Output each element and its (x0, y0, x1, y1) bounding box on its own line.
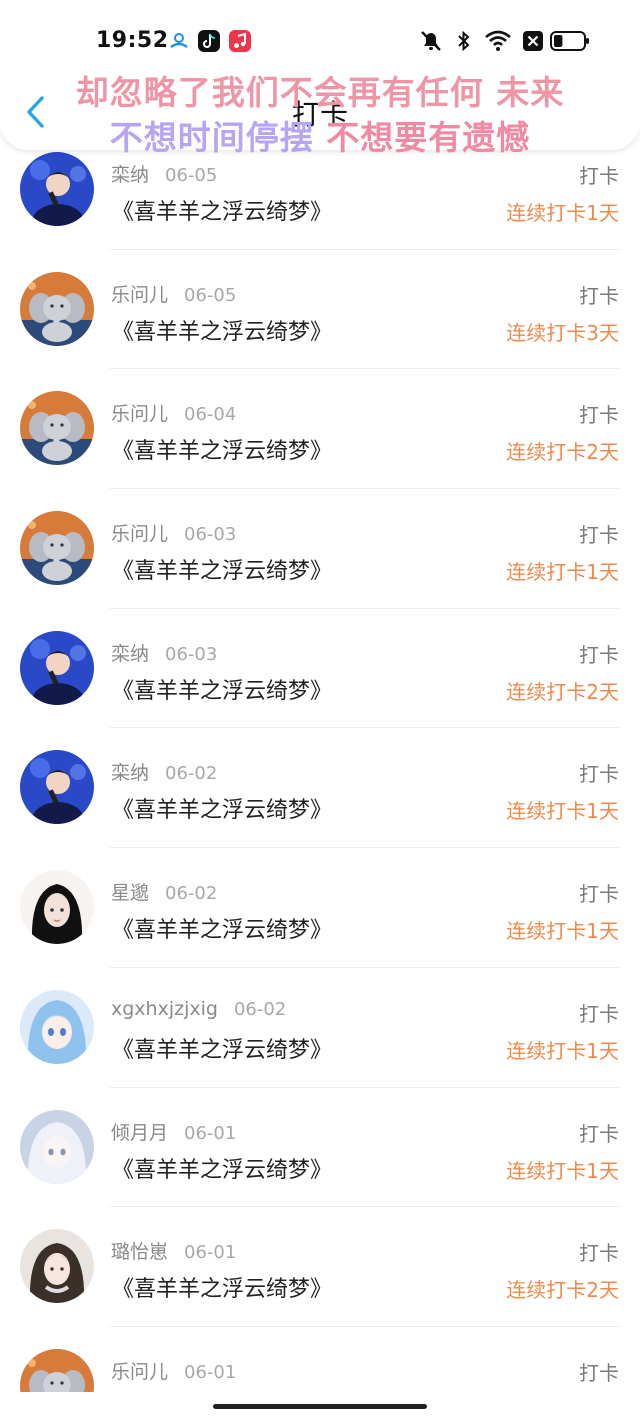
user-name-line: 乐问儿 06-05 (111, 280, 236, 307)
user-avatar[interactable] (20, 152, 94, 226)
streak-label: 连续打卡1天 (506, 201, 619, 225)
checkin-date: 06-01 (184, 1242, 237, 1264)
user-name-line: 乐问儿 06-03 (111, 519, 236, 546)
streak-label: 连续打卡1天 (506, 799, 619, 824)
checkin-type-label: 打卡 (579, 882, 619, 907)
user-name[interactable]: 乐问儿 (111, 1361, 168, 1383)
checkin-row[interactable]: 乐问儿 06-05 《喜羊羊之浮云绮梦》 打卡连续打卡3天 (0, 250, 640, 370)
user-name[interactable]: 乐问儿 (111, 284, 168, 306)
checkin-date: 06-04 (184, 404, 237, 426)
cloud-app-icon (168, 30, 190, 52)
status-time: 19:52 (96, 28, 169, 53)
user-name-line: 栾纳 06-05 (111, 160, 217, 187)
streak-label: 连续打卡2天 (506, 679, 619, 704)
streak-label: 连续打卡1天 (506, 1038, 619, 1063)
user-avatar[interactable] (20, 1348, 94, 1392)
checkin-type-label: 打卡 (579, 1121, 619, 1146)
checkin-row[interactable]: 乐问儿06-01《喜羊羊之浮云绮梦》打卡 (0, 1327, 640, 1392)
checkin-row[interactable]: 倾月月 06-01 《喜羊羊之浮云绮梦》 打卡连续打卡1天 (0, 1088, 640, 1208)
checkin-row[interactable]: 乐问儿 06-04 《喜羊羊之浮云绮梦》 打卡连续打卡2天 (0, 369, 640, 489)
page-title: 打卡 (291, 98, 348, 131)
book-title[interactable]: 《喜羊羊之浮云绮梦》 (112, 912, 332, 944)
notification-x-icon (522, 30, 544, 56)
book-title[interactable]: 《喜羊羊之浮云绮梦》 (112, 673, 332, 705)
user-name-line: 栾纳 06-02 (111, 758, 217, 785)
user-name-line: 乐问儿 06-04 (111, 399, 236, 426)
checkin-type-label: 打卡 (579, 283, 619, 308)
checkin-date: 06-02 (233, 998, 287, 1020)
checkin-date: 06-03 (184, 524, 237, 546)
checkin-type-label: 打卡 (579, 523, 619, 548)
checkin-date: 06-03 (165, 643, 218, 665)
checkin-list[interactable]: 栾纳 06-05 《喜羊羊之浮云绮梦》 打卡 连续打卡1天 乐问儿 06-05 《喜羊羊之浮… (0, 130, 640, 1392)
user-name-line: 星邈 06-02 (111, 878, 217, 905)
checkin-date: 06-05 (184, 284, 237, 306)
checkin-date: 06-01 (184, 1122, 237, 1144)
streak-label: 连续打卡2天 (506, 440, 619, 465)
book-title[interactable]: 《喜羊羊之浮云绮梦》 (112, 553, 332, 585)
book-title[interactable]: 《喜羊羊之浮云绮梦》 (112, 792, 332, 824)
user-name[interactable]: 栾纳 (111, 164, 149, 186)
checkin-row[interactable]: 璐怡崽 06-01 《喜羊羊之浮云绮梦》 打卡连续打卡2天 (0, 1207, 640, 1327)
book-title[interactable]: 《喜羊羊之浮云绮梦》 (112, 1271, 332, 1303)
checkin-row[interactable]: 乐问儿 06-03 《喜羊羊之浮云绮梦》 打卡连续打卡1天 (0, 489, 640, 609)
user-name[interactable]: 栾纳 (111, 643, 149, 665)
streak-label: 连续打卡1天 (506, 1158, 619, 1183)
user-name[interactable]: 星邈 (111, 882, 149, 904)
checkin-row[interactable]: 栾纳 06-03 《喜羊羊之浮云绮梦》 打卡连续打卡2天 (0, 609, 640, 729)
user-name-line: 璐怡崽 06-01 (111, 1237, 236, 1264)
user-name[interactable]: 栾纳 (111, 762, 149, 784)
checkin-type-label: 打卡 (579, 1241, 619, 1266)
music-icon (229, 30, 251, 52)
user-avatar[interactable] (20, 1109, 94, 1184)
user-name-line: xgxhxjzjxig 06-02 (111, 998, 286, 1020)
streak-label: 连续打卡3天 (506, 320, 619, 345)
user-avatar[interactable] (20, 271, 94, 346)
user-name[interactable]: 倾月月 (111, 1122, 168, 1144)
streak-label: 连续打卡1天 (506, 919, 619, 944)
checkin-type-label: 打卡 (579, 164, 619, 188)
checkin-row[interactable]: 星邈 06-02 《喜羊羊之浮云绮梦》 打卡连续打卡1天 (0, 848, 640, 968)
book-title[interactable]: 《喜羊羊之浮云绮梦》 (112, 433, 332, 465)
user-name-line: 乐问儿 06-01 (111, 1357, 236, 1384)
user-name[interactable]: 乐问儿 (111, 523, 168, 545)
user-avatar[interactable] (20, 870, 94, 945)
wifi-icon (484, 30, 512, 56)
user-name[interactable]: 璐怡崽 (111, 1241, 168, 1263)
user-avatar[interactable] (20, 750, 94, 825)
user-avatar[interactable] (20, 989, 94, 1064)
streak-label: 连续打卡1天 (506, 560, 619, 585)
checkin-date: 06-05 (165, 165, 218, 186)
tiktok-icon (198, 30, 220, 52)
checkin-row[interactable]: xgxhxjzjxig 06-02 《喜羊羊之浮云绮梦》 打卡连续打卡1天 (0, 968, 640, 1088)
book-title[interactable]: 《喜羊羊之浮云绮梦》 (112, 1032, 332, 1064)
streak-label: 连续打卡2天 (506, 1278, 619, 1303)
checkin-type-label: 打卡 (579, 642, 619, 667)
user-avatar[interactable] (20, 1229, 94, 1304)
checkin-type-label: 打卡 (579, 403, 619, 428)
user-name-line: 倾月月 06-01 (111, 1118, 236, 1145)
user-avatar[interactable] (20, 511, 94, 586)
mute-icon (418, 29, 444, 57)
status-bar: 19:52 (0, 0, 640, 80)
checkin-type-label: 打卡 (579, 1360, 619, 1385)
checkin-date: 06-01 (184, 1361, 237, 1383)
checkin-date: 06-02 (165, 763, 218, 785)
checkin-type-label: 打卡 (579, 1001, 619, 1026)
user-name[interactable]: 乐问儿 (111, 403, 168, 425)
user-avatar[interactable] (20, 630, 94, 705)
bluetooth-icon (454, 29, 474, 57)
user-name[interactable]: xgxhxjzjxig (111, 998, 218, 1020)
checkin-date: 06-02 (165, 883, 218, 905)
book-title[interactable]: 《喜羊羊之浮云绮梦》 (112, 194, 332, 226)
home-indicator[interactable] (213, 1404, 427, 1409)
book-title[interactable]: 《喜羊羊之浮云绮梦》 (112, 1152, 332, 1184)
checkin-type-label: 打卡 (579, 762, 619, 787)
book-title[interactable]: 《喜羊羊之浮云绮梦》 (112, 314, 332, 346)
user-name-line: 栾纳 06-03 (111, 639, 217, 666)
user-avatar[interactable] (20, 391, 94, 466)
battery-icon (550, 31, 590, 55)
checkin-row[interactable]: 栾纳 06-02 《喜羊羊之浮云绮梦》 打卡连续打卡1天 (0, 728, 640, 848)
